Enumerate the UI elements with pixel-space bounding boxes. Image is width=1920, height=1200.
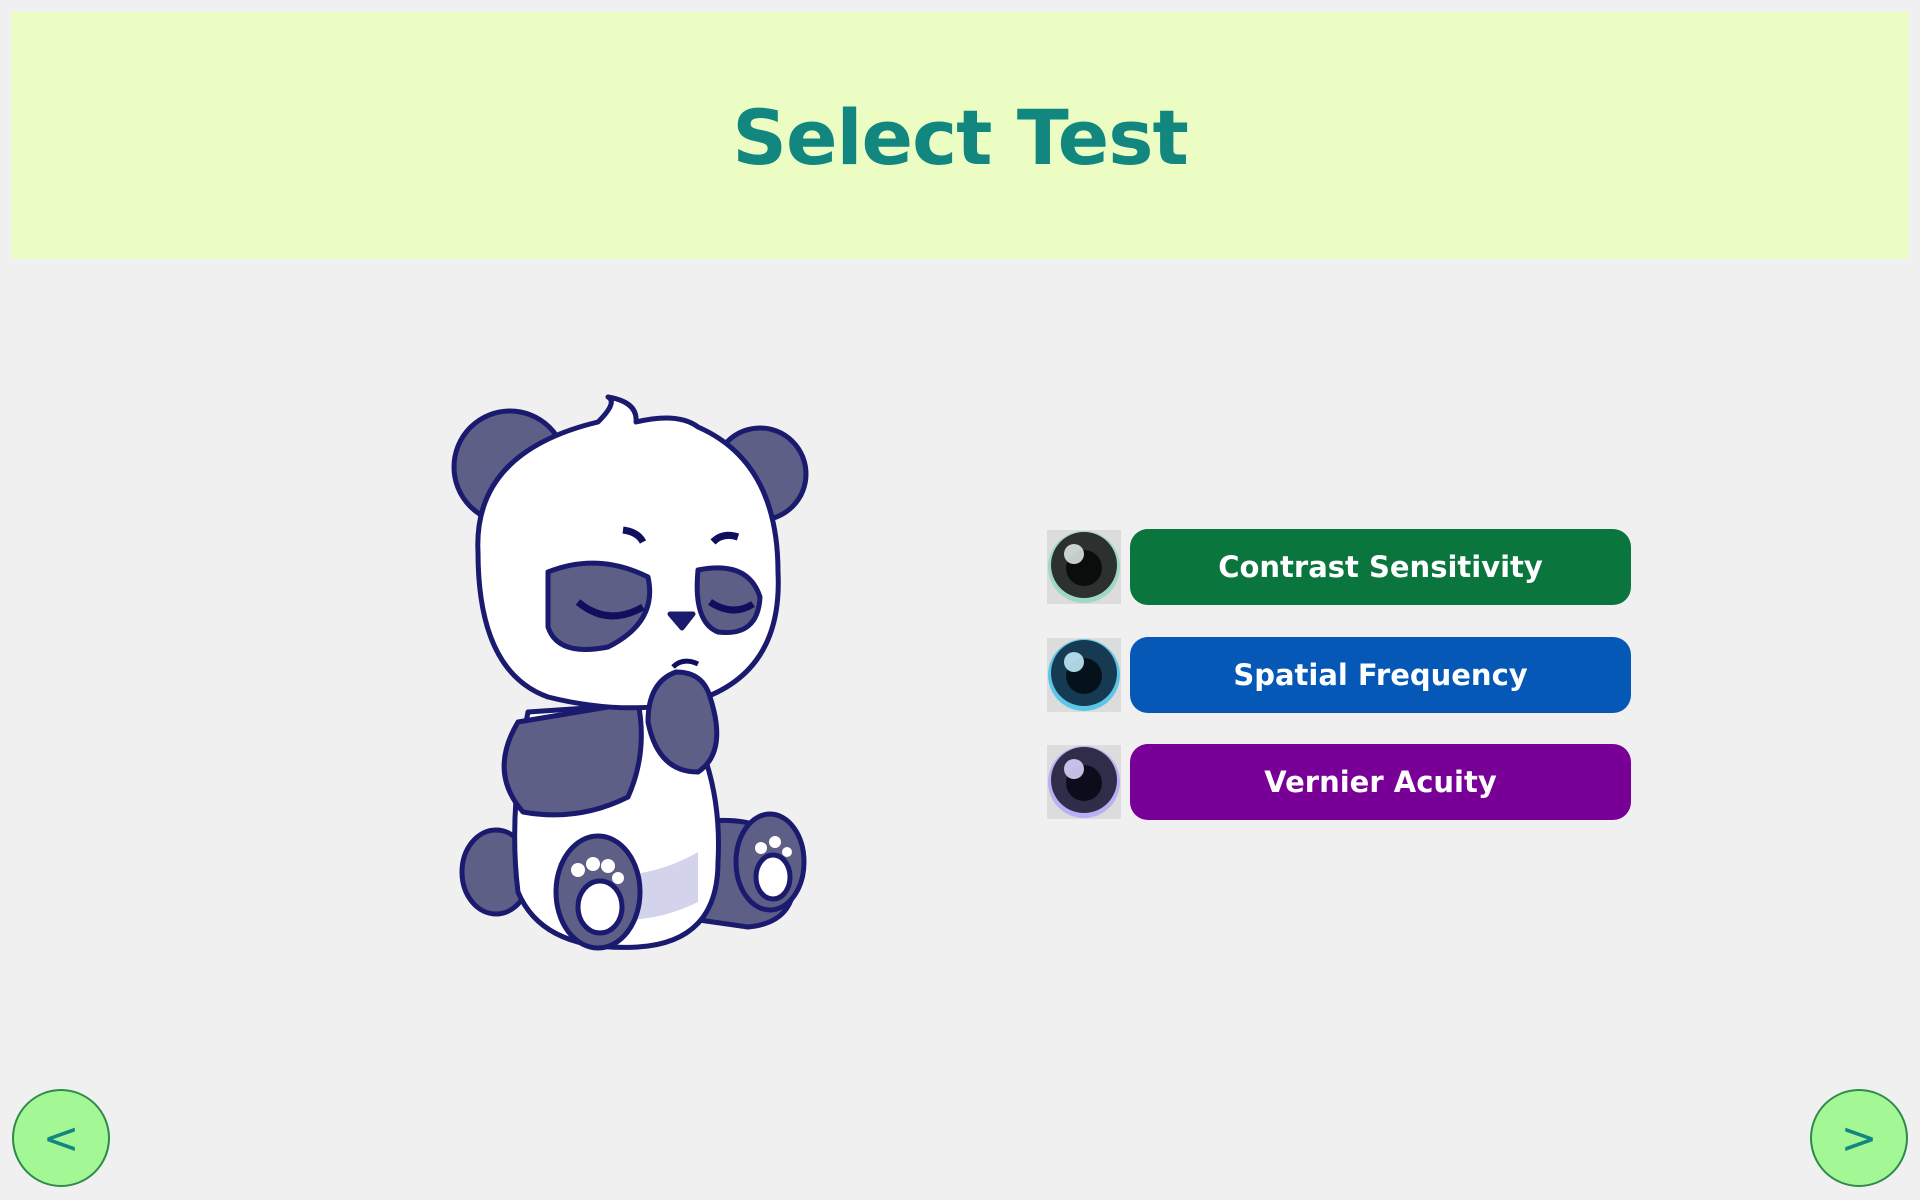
test-row-contrast-sensitivity: Contrast Sensitivity [1047,529,1631,605]
next-button[interactable]: > [1810,1089,1908,1187]
test-row-spatial-frequency: Spatial Frequency [1047,637,1631,713]
eye-icon [1047,530,1121,604]
panda-illustration [451,394,809,951]
eye-icon [1047,638,1121,712]
select-test-screen: Select Test Contrast Sensitivity Spatial… [0,0,1920,1200]
previous-button[interactable]: < [12,1089,110,1187]
spatial-frequency-button[interactable]: Spatial Frequency [1130,637,1631,713]
eye-icon [1047,745,1121,819]
vernier-acuity-button[interactable]: Vernier Acuity [1130,744,1631,820]
contrast-sensitivity-button[interactable]: Contrast Sensitivity [1130,529,1631,605]
test-row-vernier-acuity: Vernier Acuity [1047,744,1631,820]
page-title: Select Test [732,93,1189,182]
header-banner: Select Test [11,12,1909,259]
